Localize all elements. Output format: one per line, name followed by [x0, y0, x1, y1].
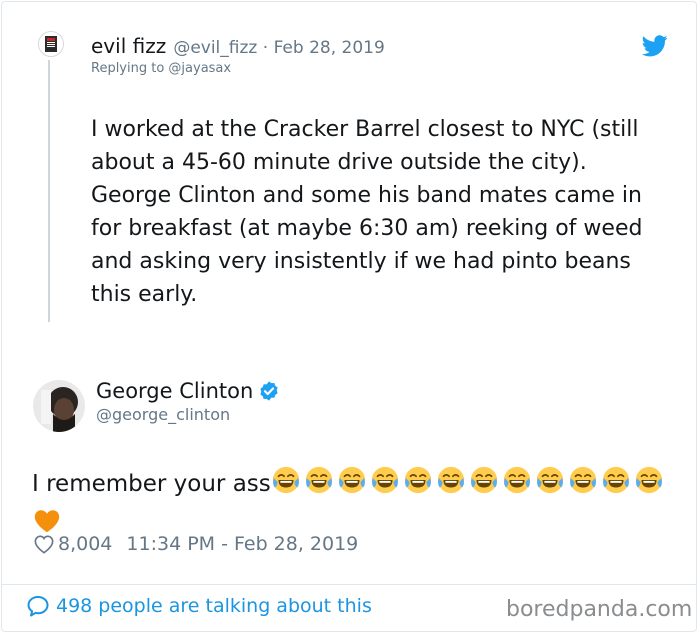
reply-handle[interactable]: @evil_fizz [173, 38, 257, 58]
reply-display-name[interactable]: evil fizz [91, 34, 166, 58]
tears-of-joy-emoji [337, 465, 367, 506]
main-handle[interactable]: @george_clinton [96, 405, 230, 424]
tears-of-joy-emoji [502, 465, 532, 506]
tears-of-joy-emoji [601, 465, 631, 506]
tears-of-joy-emoji [568, 465, 598, 506]
boredpanda-watermark: boredpanda.com [506, 597, 693, 622]
thread-connector-line [48, 60, 50, 322]
verified-badge-icon [260, 381, 278, 401]
tears-of-joy-emoji [271, 465, 301, 506]
like-count[interactable]: 8,004 [58, 533, 112, 555]
main-tweet-text-content: I remember your ass [32, 471, 271, 497]
header-separator: · [257, 38, 274, 58]
george-clinton-avatar[interactable] [33, 380, 85, 432]
tweet-meta-row: 8,004 11:34 PM - Feb 28, 2019 [33, 533, 358, 555]
reply-date[interactable]: Feb 28, 2019 [274, 38, 385, 58]
main-display-name[interactable]: George Clinton [96, 379, 253, 403]
reply-tweet-header: evil fizz @evil_fizz · Feb 28, 2019 [91, 34, 385, 58]
replying-to-label[interactable]: Replying to @jayasax [91, 61, 231, 76]
evil-fizz-avatar[interactable] [38, 31, 64, 57]
tears-of-joy-emoji [403, 465, 433, 506]
tears-of-joy-emoji [535, 465, 565, 506]
tears-of-joy-emoji [469, 465, 499, 506]
conversation-link-text: 498 people are talking about this [56, 595, 372, 617]
heart-icon[interactable] [33, 534, 55, 554]
reply-tweet-text: I worked at the Cracker Barrel closest t… [91, 117, 643, 307]
conversation-link[interactable]: 498 people are talking about this [26, 595, 372, 617]
twitter-bird-icon[interactable] [642, 35, 668, 57]
tears-of-joy-emoji [370, 465, 400, 506]
tears-of-joy-emoji [634, 465, 664, 506]
tears-of-joy-emoji [304, 465, 334, 506]
main-tweet-name-row: George Clinton [96, 379, 280, 403]
tears-of-joy-emoji [436, 465, 466, 506]
tweet-timestamp[interactable]: 11:34 PM - Feb 28, 2019 [126, 533, 358, 555]
footer-divider [1, 584, 697, 585]
speech-bubble-icon [27, 596, 49, 617]
